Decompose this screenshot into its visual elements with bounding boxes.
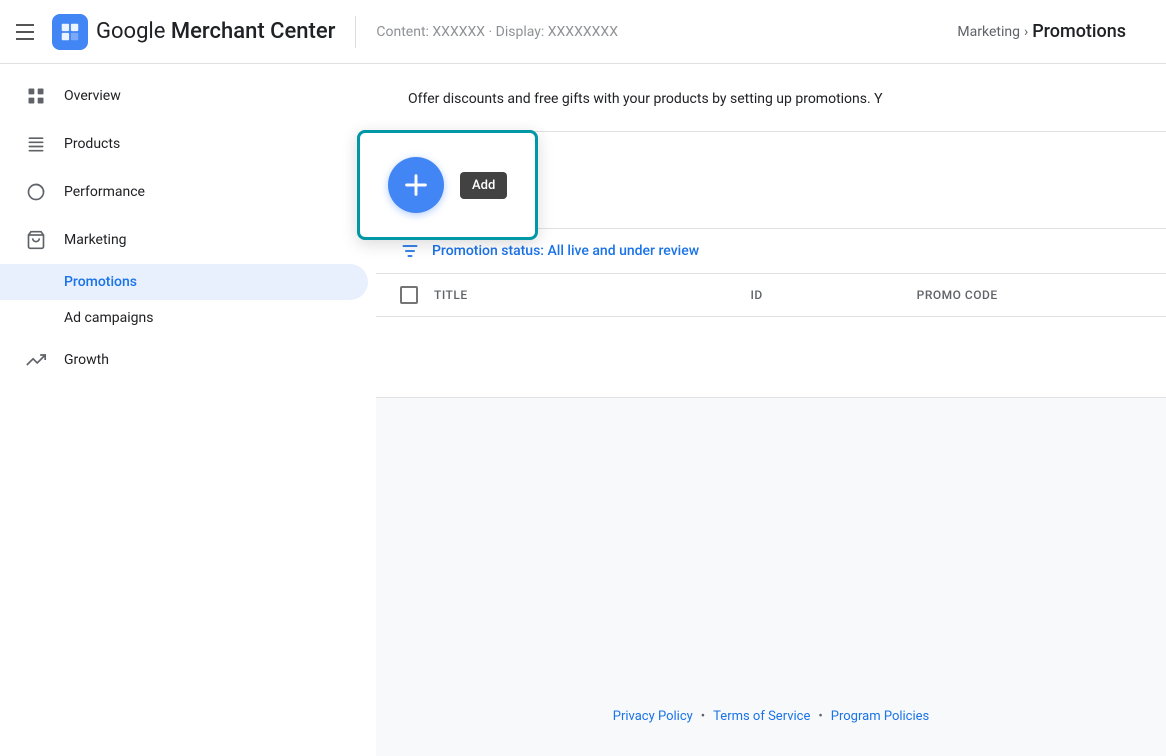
sidebar-item-products[interactable]: Products	[0, 120, 368, 168]
sidebar: Overview Products Performa	[0, 64, 376, 756]
table-header: Title ID Promo code	[376, 274, 1166, 317]
privacy-policy-link[interactable]: Privacy Policy	[613, 709, 693, 724]
filter-value[interactable]: All live and under review	[547, 243, 699, 259]
sidebar-item-performance[interactable]: Performance	[0, 168, 368, 216]
sidebar-item-products-label: Products	[64, 136, 120, 152]
add-tooltip-box: Add	[357, 130, 538, 240]
google-logo-icon	[52, 14, 88, 50]
content-footer: Privacy Policy • Terms of Service • Prog…	[376, 398, 1166, 756]
page-title: Promotions	[1032, 21, 1126, 42]
header-left: Google Merchant Center	[16, 14, 335, 50]
footer-sep-2: •	[818, 709, 822, 724]
promo-banner: Offer discounts and free gifts with your…	[376, 64, 1166, 132]
breadcrumb-marketing-link[interactable]: Marketing	[957, 24, 1020, 40]
terms-of-service-link[interactable]: Terms of Service	[713, 709, 810, 724]
filter-icon[interactable]	[400, 241, 420, 261]
program-policies-link[interactable]: Program Policies	[831, 709, 929, 724]
select-all-checkbox[interactable]	[400, 286, 418, 304]
table-empty-state	[376, 317, 1166, 397]
list-icon	[24, 132, 48, 156]
logo-container: Google Merchant Center	[52, 14, 335, 50]
table-col-title: Title	[434, 288, 734, 302]
footer-links: Privacy Policy • Terms of Service • Prog…	[613, 709, 930, 724]
add-circle-button[interactable]	[388, 157, 444, 213]
footer-sep-1: •	[701, 709, 705, 724]
logo-text: Google Merchant Center	[96, 19, 335, 44]
bag-icon	[24, 228, 48, 252]
header-breadcrumb-area: Content: XXXXXX · Display: XXXXXXXX Mark…	[376, 21, 1150, 42]
sidebar-item-promotions[interactable]: Promotions	[0, 264, 368, 300]
table-container: Title ID Promo code	[376, 274, 1166, 398]
main-layout: Overview Products Performa	[0, 64, 1166, 756]
sidebar-item-promotions-label: Promotions	[64, 274, 137, 290]
add-tooltip-label: Add	[460, 172, 507, 199]
grid-icon	[24, 84, 48, 108]
promo-banner-text: Offer discounts and free gifts with your…	[408, 91, 883, 107]
breadcrumb: Marketing › Promotions	[957, 21, 1150, 42]
account-info: Content: XXXXXX · Display: XXXXXXXX	[376, 24, 618, 40]
sidebar-item-overview[interactable]: Overview	[0, 72, 368, 120]
sidebar-item-ad-campaigns-label: Ad campaigns	[64, 310, 153, 326]
circle-icon	[24, 180, 48, 204]
sidebar-item-marketing[interactable]: Marketing	[0, 216, 368, 264]
tooltip-overlay: Add	[357, 130, 538, 240]
trend-icon	[24, 348, 48, 372]
sidebar-item-ad-campaigns[interactable]: Ad campaigns	[0, 300, 368, 336]
filter-status-text: Promotion status: All live and under rev…	[432, 243, 699, 259]
menu-icon[interactable]	[16, 20, 40, 44]
header-divider	[355, 16, 356, 48]
app-header: Google Merchant Center Content: XXXXXX ·…	[0, 0, 1166, 64]
sidebar-item-marketing-label: Marketing	[64, 232, 127, 248]
breadcrumb-chevron-icon: ›	[1024, 24, 1028, 40]
sidebar-item-performance-label: Performance	[64, 184, 145, 200]
sidebar-item-overview-label: Overview	[64, 88, 121, 104]
sidebar-item-growth-label: Growth	[64, 352, 109, 368]
sidebar-item-growth[interactable]: Growth	[0, 336, 368, 384]
table-col-promo: Promo code	[917, 288, 1142, 302]
table-col-id: ID	[750, 288, 900, 302]
